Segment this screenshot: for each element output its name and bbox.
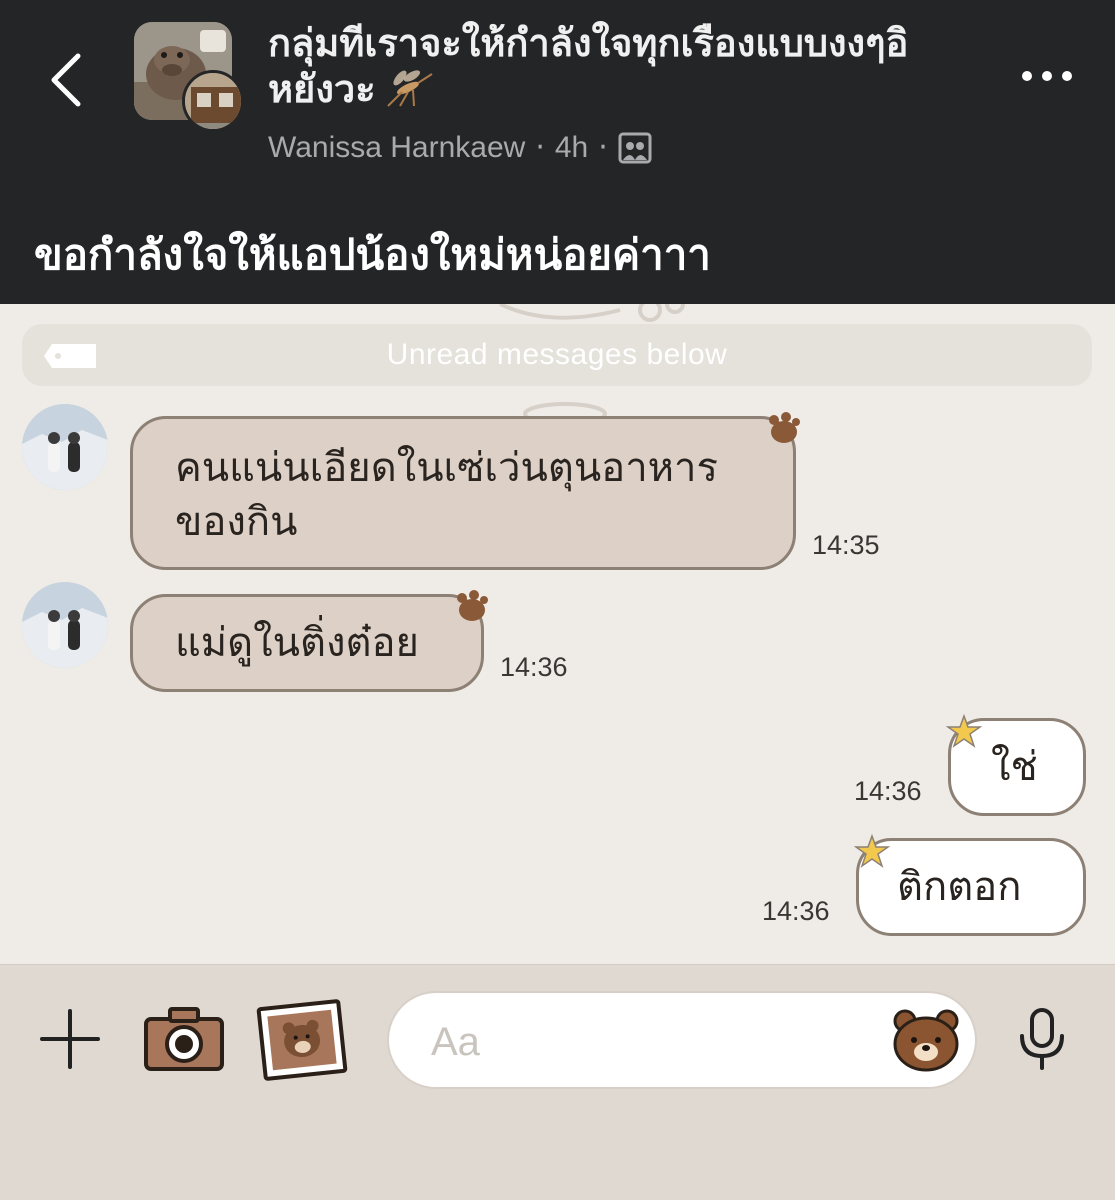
group-avatar[interactable] <box>134 22 244 132</box>
post-caption: ขอกำลังใจให้แอปน้องใหม่หน่อยค่าาา <box>34 230 711 279</box>
message-bubble-outgoing[interactable]: ติกตอก <box>856 838 1086 936</box>
bear-paw-icon <box>457 590 488 621</box>
author-name[interactable]: Wanissa Harnkaew <box>268 131 525 165</box>
post-time: 4h <box>554 130 589 164</box>
message-input-placeholder: Aa <box>431 1020 480 1064</box>
post-header: กลุ่มทีเราจะให้กำลังใจทุกเรืองแบบงงๆอิหย… <box>0 0 1115 304</box>
photo-frame-icon[interactable] <box>254 997 350 1083</box>
star-icon <box>946 714 982 748</box>
microphone-icon[interactable] <box>1014 1006 1070 1072</box>
post-meta: Wanissa Harnkaew · 4h · <box>268 130 652 165</box>
chat-area[interactable]: Unread messages below คนแน่นเอียดในเซ่เว… <box>0 304 1115 964</box>
message-text: คนแน่นเอียดในเซ่เว่นตุนอาหาร ของกิน <box>175 441 718 549</box>
bear-paw-icon <box>769 412 800 443</box>
plus-icon[interactable] <box>38 1007 102 1071</box>
avatar[interactable] <box>22 404 108 490</box>
group-privacy-icon <box>618 132 652 163</box>
message-text: ติกตอก <box>897 864 1022 910</box>
unread-banner-text: Unread messages below <box>386 338 728 371</box>
message-time: 14:35 <box>812 530 880 560</box>
bear-sticker-icon[interactable] <box>891 1007 961 1073</box>
message-text: ใช่ <box>991 744 1038 790</box>
group-secondary-image <box>182 70 244 132</box>
message-bubble-incoming[interactable]: คนแน่นเอียดในเซ่เว่นตุนอาหาร ของกิน <box>130 416 796 570</box>
camera-icon[interactable] <box>142 1005 226 1073</box>
group-title-text: กลุ่มทีเราจะให้กำลังใจทุกเรืองแบบงงๆอิหย… <box>268 21 909 111</box>
meta-separator: · <box>598 130 608 165</box>
avatar[interactable] <box>22 582 108 668</box>
message-input[interactable]: Aa <box>387 991 977 1089</box>
message-time: 14:36 <box>762 896 830 926</box>
message-bubble-incoming[interactable]: แม่ดูในติ่งต๋อย <box>130 594 484 692</box>
chevron-left-icon[interactable] <box>44 48 92 112</box>
message-time: 14:36 <box>500 652 568 682</box>
message-text: แม่ดูในติ่งต๋อย <box>175 620 419 666</box>
more-horizontal-icon[interactable] <box>1019 62 1075 90</box>
message-line: คนแน่นเอียดในเซ่เว่นตุนอาหาร <box>175 445 718 491</box>
unread-messages-banner: Unread messages below <box>22 324 1092 386</box>
message-time: 14:36 <box>854 776 922 806</box>
mosquito-icon <box>386 70 433 107</box>
star-icon <box>854 834 890 868</box>
meta-separator: · <box>535 130 545 165</box>
group-title[interactable]: กลุ่มทีเราจะให้กำลังใจทุกเรืองแบบงงๆอิหย… <box>268 20 968 112</box>
message-line: ของกิน <box>175 499 298 545</box>
message-input-bar: Aa <box>0 964 1115 1200</box>
